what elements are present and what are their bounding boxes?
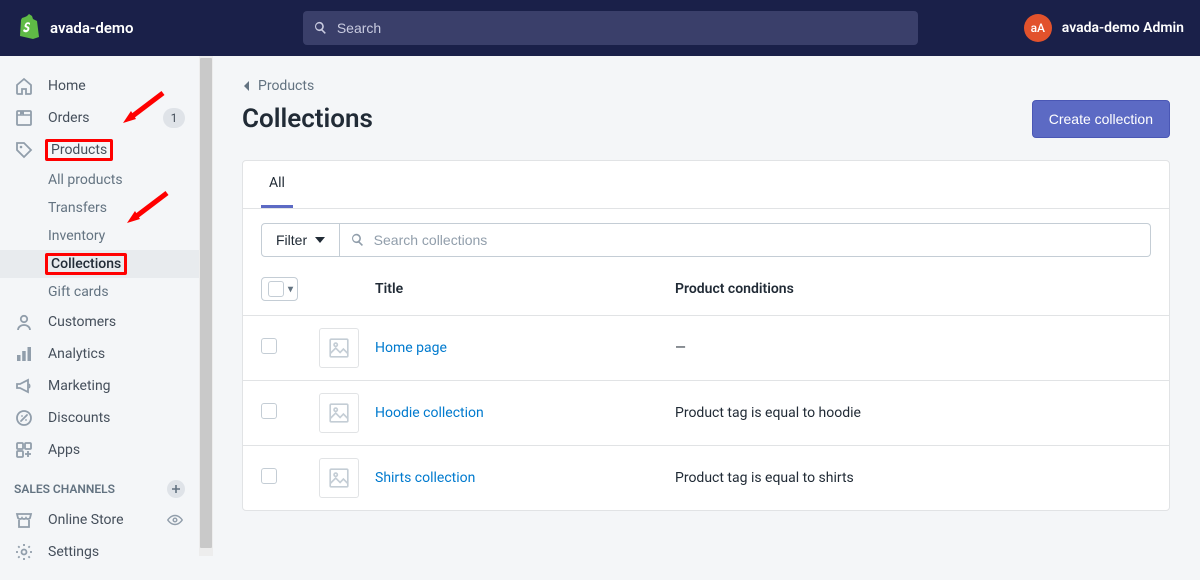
sidebar-item-label: Orders	[48, 110, 149, 126]
gear-icon	[14, 542, 34, 562]
caret-down-icon	[315, 237, 325, 243]
filter-row: Filter	[243, 209, 1169, 263]
search-icon	[350, 232, 366, 248]
sidebar-item-orders[interactable]: Orders 1	[0, 102, 199, 134]
collections-search[interactable]	[340, 223, 1151, 257]
sidebar-item-label: Analytics	[48, 346, 185, 362]
avatar: aA	[1024, 14, 1052, 42]
column-title[interactable]: Title	[375, 281, 675, 297]
sidebar-item-label: Apps	[48, 442, 185, 458]
collections-card: All Filter ▾	[242, 160, 1170, 511]
discounts-icon	[14, 408, 34, 428]
subnav-gift-cards[interactable]: Gift cards	[0, 278, 199, 306]
collection-conditions: —	[675, 340, 686, 356]
topbar: avada-demo aA avada-demo Admin	[0, 0, 1200, 56]
sidebar-item-settings[interactable]: Settings	[0, 536, 199, 568]
collection-title-link[interactable]: Home page	[375, 340, 447, 356]
customers-icon	[14, 312, 34, 332]
sidebar-item-label: Customers	[48, 314, 185, 330]
collection-conditions: Product tag is equal to shirts	[675, 470, 854, 486]
store-name: avada-demo	[50, 19, 133, 37]
sidebar-item-label: Marketing	[48, 378, 185, 394]
table-row[interactable]: Shirts collection Product tag is equal t…	[243, 445, 1169, 510]
page-header: Collections Create collection	[242, 100, 1170, 138]
main-content: Products Collections Create collection A…	[200, 56, 1200, 556]
online-store-icon	[14, 510, 34, 530]
column-conditions[interactable]: Product conditions	[675, 281, 1151, 297]
sidebar-item-home[interactable]: Home	[0, 70, 199, 102]
table-row[interactable]: Home page —	[243, 315, 1169, 380]
table-row[interactable]: Hoodie collection Product tag is equal t…	[243, 380, 1169, 445]
marketing-icon	[14, 376, 34, 396]
subnav-all-products[interactable]: All products	[0, 166, 199, 194]
collection-thumbnail	[319, 328, 359, 368]
checkbox[interactable]	[261, 403, 277, 419]
chevron-left-icon	[242, 80, 252, 92]
tab-all[interactable]: All	[261, 161, 293, 208]
sales-channels-header: SALES CHANNELS	[0, 466, 199, 504]
sidebar-item-analytics[interactable]: Analytics	[0, 338, 199, 370]
topbar-user[interactable]: aA avada-demo Admin	[1024, 14, 1184, 42]
collection-thumbnail	[319, 458, 359, 498]
create-collection-button[interactable]: Create collection	[1032, 100, 1170, 138]
collection-conditions: Product tag is equal to hoodie	[675, 405, 861, 421]
orders-badge: 1	[163, 108, 185, 128]
sidebar-item-label: Settings	[48, 544, 185, 560]
search-icon	[313, 20, 328, 36]
products-subnav: All products Transfers Inventory Collect…	[0, 166, 199, 306]
home-icon	[14, 76, 34, 96]
page-title: Collections	[242, 104, 373, 134]
sidebar-item-products[interactable]: Products	[0, 134, 199, 166]
add-channel-button[interactable]	[167, 480, 185, 498]
analytics-icon	[14, 344, 34, 364]
collections-search-input[interactable]	[374, 224, 1140, 256]
checkbox[interactable]	[261, 338, 277, 354]
highlight-collections: Collections	[45, 253, 127, 275]
global-search-input[interactable]	[337, 20, 909, 36]
sidebar-item-customers[interactable]: Customers	[0, 306, 199, 338]
products-icon	[14, 140, 34, 160]
sidebar-item-marketing[interactable]: Marketing	[0, 370, 199, 402]
bulk-select[interactable]: ▾	[261, 277, 298, 301]
caret-down-icon: ▾	[288, 284, 293, 295]
apps-icon	[14, 440, 34, 460]
highlight-products: Products	[45, 139, 113, 161]
sidebar: Home Orders 1 Products All products Tran…	[0, 56, 200, 556]
filter-label: Filter	[276, 232, 307, 248]
global-search[interactable]	[303, 11, 918, 45]
sidebar-item-apps[interactable]: Apps	[0, 434, 199, 466]
eye-icon[interactable]	[165, 510, 185, 530]
sidebar-item-online-store[interactable]: Online Store	[0, 504, 199, 536]
admin-name: avada-demo Admin	[1062, 20, 1184, 36]
subnav-transfers[interactable]: Transfers	[0, 194, 199, 222]
collection-thumbnail	[319, 393, 359, 433]
table-header: ▾ Title Product conditions	[243, 263, 1169, 315]
sidebar-item-discounts[interactable]: Discounts	[0, 402, 199, 434]
orders-icon	[14, 108, 34, 128]
scrollbar[interactable]	[199, 56, 213, 556]
scrollbar-thumb[interactable]	[200, 58, 212, 548]
sidebar-item-label: Products	[48, 142, 185, 158]
filter-button[interactable]: Filter	[261, 223, 340, 257]
sidebar-item-label: Discounts	[48, 410, 185, 426]
tabs: All	[243, 161, 1169, 209]
store-logo-wrap[interactable]: avada-demo	[16, 14, 133, 42]
sidebar-item-label: Home	[48, 78, 185, 94]
checkbox[interactable]	[268, 281, 284, 297]
sidebar-item-label: Online Store	[48, 512, 151, 528]
shopify-logo-icon	[16, 14, 40, 42]
breadcrumb-label: Products	[258, 78, 314, 94]
subnav-inventory[interactable]: Inventory	[0, 222, 199, 250]
collection-title-link[interactable]: Hoodie collection	[375, 405, 484, 421]
subnav-collections[interactable]: Collections	[0, 250, 199, 278]
collection-title-link[interactable]: Shirts collection	[375, 470, 475, 486]
sales-channels-label: SALES CHANNELS	[14, 482, 115, 496]
breadcrumb[interactable]: Products	[242, 78, 1170, 94]
checkbox[interactable]	[261, 468, 277, 484]
